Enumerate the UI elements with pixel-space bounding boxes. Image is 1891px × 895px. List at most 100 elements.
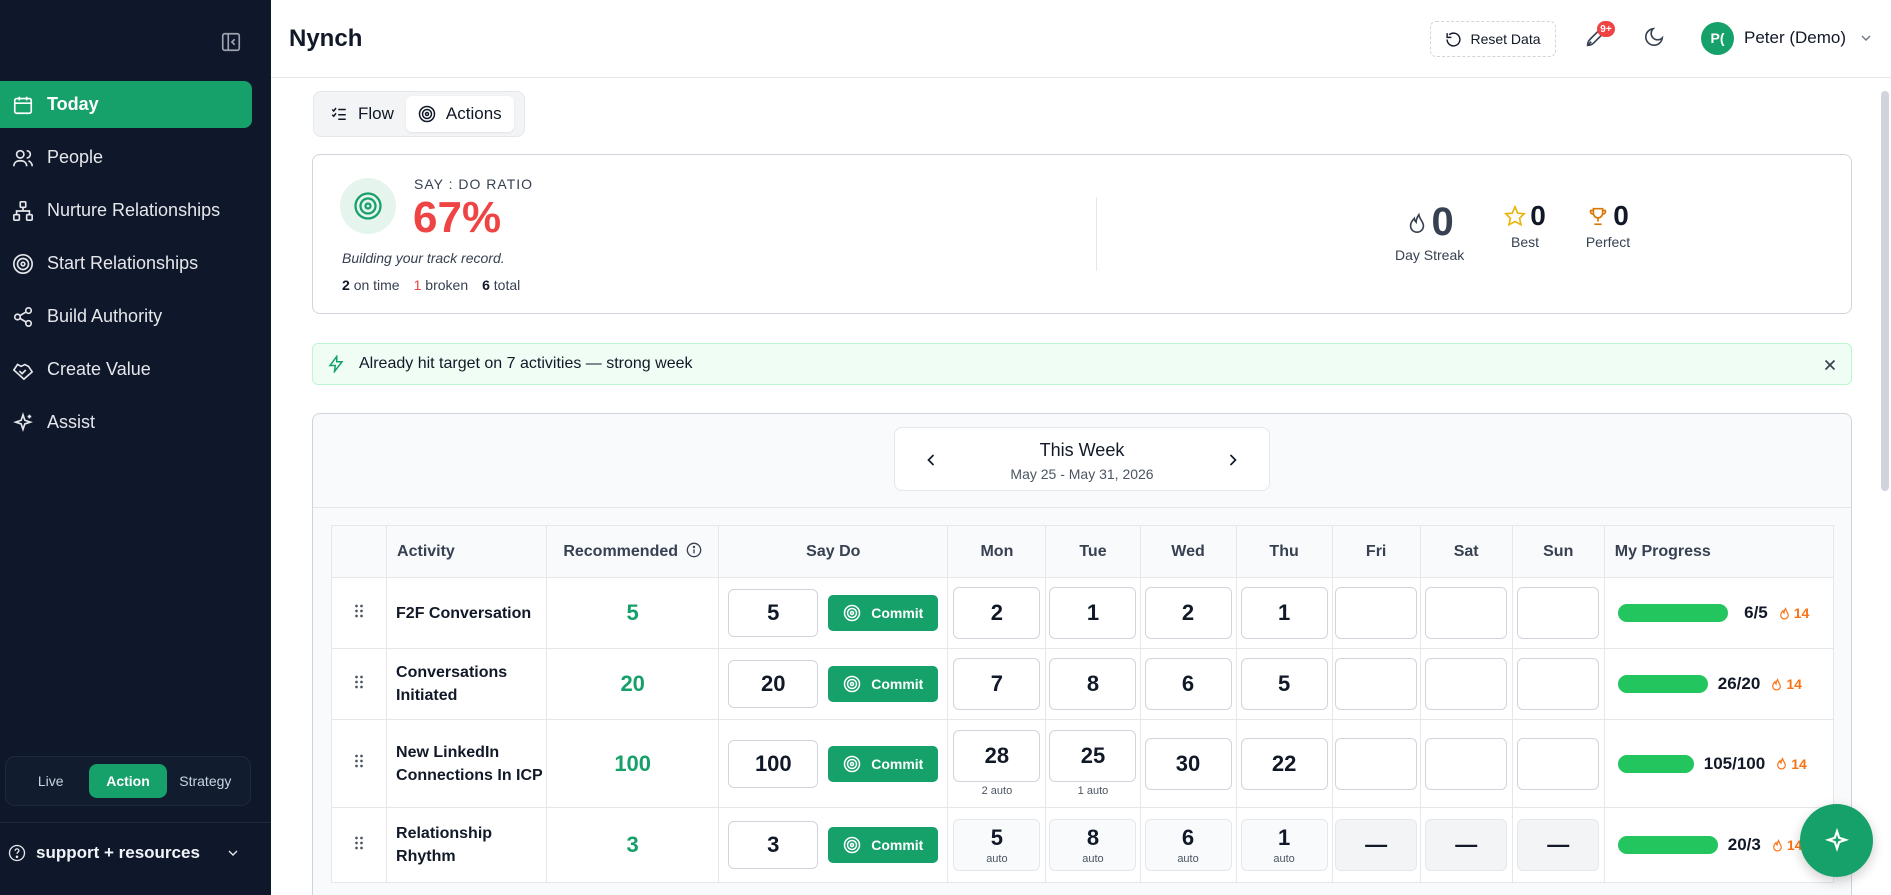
list-check-icon (331, 107, 346, 120)
commit-button[interactable]: Commit (828, 595, 939, 631)
streak-badge: 14 (1770, 676, 1802, 692)
tab-flow[interactable]: Flow (318, 96, 406, 132)
sidebar-item-authority[interactable]: Build Authority (0, 293, 252, 340)
notifications-button[interactable]: 9+ (1581, 21, 1615, 54)
day-auto-tue: 8 auto (1049, 819, 1137, 871)
progress-cell: 6/5 14 (1605, 603, 1833, 623)
day-input-wed[interactable]: 6 (1144, 658, 1232, 710)
drag-handle-icon[interactable] (349, 833, 369, 853)
day-input-mon[interactable]: 7 (953, 658, 1041, 710)
sidebar-item-start[interactable]: Start Relationships (0, 240, 252, 287)
day-streak-value: 0 (1431, 200, 1454, 244)
progress-bar (1617, 836, 1718, 854)
day-input-tue[interactable]: 25 (1049, 730, 1137, 782)
app-title: Nynch (289, 25, 363, 52)
progress-bar (1617, 754, 1694, 773)
day-input-mon[interactable]: 2 (953, 587, 1041, 639)
day-input-tue[interactable]: 8 (1049, 658, 1137, 710)
sidebar-item-value[interactable]: Create Value (0, 346, 252, 393)
reset-data-button[interactable]: Reset Data (1430, 21, 1556, 57)
column-header: Sat (1419, 525, 1513, 578)
drag-handle-icon[interactable] (349, 751, 369, 771)
progress-cell: 105/100 14 (1605, 754, 1833, 774)
user-menu[interactable]: P( Peter (Demo) (1701, 21, 1874, 55)
day-input-fri[interactable] (1335, 587, 1418, 639)
day-input-sat[interactable] (1425, 737, 1508, 790)
sidebar-item-label: Create Value (47, 359, 151, 379)
commit-button[interactable]: Commit (828, 827, 939, 863)
sidebar-item-today[interactable]: Today (0, 81, 252, 128)
day-input-thu[interactable]: 1 (1240, 587, 1328, 639)
close-icon[interactable] (1821, 356, 1837, 372)
tab-actions[interactable]: Actions (405, 96, 514, 132)
progress-cell: 20/3 14 (1605, 835, 1833, 855)
tab-label: Flow (358, 104, 394, 123)
say-input[interactable]: 100 (728, 739, 819, 788)
column-header: Fri (1331, 525, 1421, 578)
sidebar-item-nurture[interactable]: Nurture Relationships (0, 187, 252, 234)
commit-button[interactable]: Commit (828, 745, 939, 782)
day-input-fri[interactable] (1335, 658, 1418, 710)
support-resources-toggle[interactable]: support + resources (0, 822, 271, 882)
target-icon (340, 178, 396, 234)
day-input-sun[interactable] (1517, 658, 1600, 710)
say-input[interactable]: 20 (728, 660, 819, 708)
say-do-ratio-card: SAY : DO RATIO 67% Building your track r… (312, 154, 1852, 314)
day-input-wed[interactable]: 2 (1144, 587, 1232, 639)
progress-text: 26/20 (1717, 674, 1761, 693)
sidebar-item-people[interactable]: People (0, 134, 252, 181)
day-input-sat[interactable] (1425, 658, 1508, 710)
sidebar-item-label: People (47, 147, 104, 167)
activity-table: Activity Recommended Say Do Mon Tue Wed … (330, 525, 1835, 883)
mode-action-button[interactable]: Action (89, 764, 167, 798)
commit-button[interactable]: Commit (828, 666, 939, 702)
info-icon[interactable] (686, 542, 702, 558)
view-tabs: Flow Actions (313, 91, 525, 137)
drag-handle-icon[interactable] (349, 601, 369, 621)
column-header (330, 525, 388, 578)
day-input-sat[interactable] (1425, 587, 1508, 639)
day-input-mon[interactable]: 28 (953, 730, 1041, 782)
mode-switch: Live Action Strategy (5, 756, 251, 806)
say-input[interactable]: 5 (728, 589, 819, 637)
week-navigator: This Week May 25 - May 31, 2026 (894, 427, 1270, 491)
day-input-fri[interactable] (1335, 737, 1418, 790)
activity-name: F2F Conversation (386, 577, 548, 649)
recommended-value: 3 (546, 807, 720, 883)
activity-name: New LinkedIn Connections In ICP (386, 719, 548, 808)
day-input-thu[interactable]: 22 (1240, 737, 1328, 790)
ratio-note: Building your track record. (342, 250, 505, 266)
day-input-tue[interactable]: 1 (1049, 587, 1137, 639)
say-input[interactable]: 3 (728, 821, 819, 869)
mode-live-button[interactable]: Live (12, 764, 89, 798)
table-header-row: Activity Recommended Say Do Mon Tue Wed … (330, 525, 1835, 578)
scrollbar[interactable] (1881, 91, 1889, 491)
day-input-thu[interactable]: 5 (1240, 658, 1328, 710)
best-value: 0 (1530, 200, 1546, 231)
on-time-stat: 2 on time (342, 277, 400, 293)
alert-text: Already hit target on 7 activities — str… (359, 355, 693, 372)
column-header: Thu (1235, 525, 1333, 578)
sidebar-collapse-icon[interactable] (220, 31, 242, 53)
flame-icon (1772, 677, 1782, 691)
table-row: New LinkedIn Connections In ICP 100 100 … (330, 719, 1835, 808)
main-content: Flow Actions SAY : DO RATIO 67% Building… (271, 79, 1891, 895)
divider (313, 507, 1851, 508)
day-input-sun[interactable] (1517, 587, 1600, 639)
column-header: Tue (1045, 525, 1141, 578)
day-auto-thu: 1 auto (1240, 819, 1328, 871)
chevron-right-icon[interactable] (1223, 450, 1243, 470)
mode-strategy-button[interactable]: Strategy (167, 764, 244, 798)
sidebar-item-assist[interactable]: Assist (0, 399, 252, 446)
success-alert: Already hit target on 7 activities — str… (312, 343, 1852, 385)
sparkles-icon (1824, 827, 1849, 852)
assistant-fab-button[interactable] (1800, 804, 1873, 877)
dark-mode-toggle-icon[interactable] (1643, 26, 1665, 48)
support-label: support + resources (36, 842, 200, 862)
day-input-wed[interactable]: 30 (1144, 737, 1232, 790)
drag-handle-icon[interactable] (349, 672, 369, 692)
day-input-sun[interactable] (1517, 737, 1600, 790)
user-name: Peter (Demo) (1744, 28, 1847, 47)
day-auto-fri: — (1335, 819, 1418, 871)
week-title: This Week (1039, 440, 1125, 460)
